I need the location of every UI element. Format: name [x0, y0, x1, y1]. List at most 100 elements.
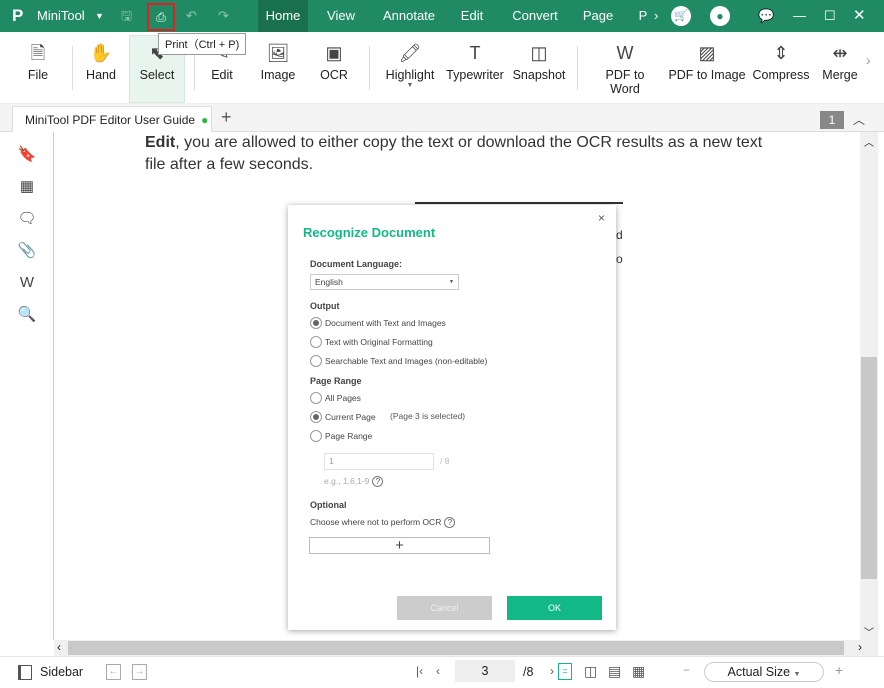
first-page-icon[interactable]: |‹ [416, 664, 423, 678]
forward-icon[interactable]: → [132, 664, 147, 680]
menu-home[interactable]: Home [258, 0, 308, 32]
attachment-icon[interactable]: 📎 [16, 240, 38, 262]
horizontal-scrollbar[interactable]: ‹ › [54, 640, 878, 656]
menu-convert[interactable]: Convert [504, 0, 566, 32]
unsaved-dot-icon: ● [201, 113, 209, 127]
search-icon[interactable]: 🔍 [16, 304, 38, 326]
pdf-to-image-button[interactable]: ▨ PDF to Image [668, 36, 746, 102]
language-select[interactable]: English ▼ [310, 274, 459, 290]
close-icon[interactable]: ✕ [853, 0, 866, 32]
zoom-in-icon[interactable]: + [835, 662, 843, 678]
highlight-dropdown-icon[interactable]: ▼ [382, 82, 438, 89]
word-icon[interactable]: W [16, 272, 38, 294]
menu-page[interactable]: Page [578, 0, 618, 32]
help-icon[interactable]: ? [444, 517, 456, 528]
page-range-total: / 8 [440, 456, 450, 466]
scroll-right-icon[interactable]: › [858, 640, 862, 654]
single-page-view-icon[interactable]: = [558, 663, 572, 680]
collapse-ribbon-icon[interactable]: ︿ [853, 111, 865, 128]
maximize-icon[interactable]: ☐ [824, 0, 836, 32]
scroll-up-icon[interactable]: ︿ [864, 134, 874, 149]
help-icon[interactable]: ? [372, 476, 384, 487]
file-button[interactable]: 🗎 File [18, 36, 58, 102]
user-icon[interactable]: ● [710, 6, 730, 26]
language-value: English [315, 277, 343, 287]
thumbnails-icon[interactable]: ▦ [16, 176, 38, 198]
output-option-searchable[interactable]: Searchable Text and Images (non-editable… [310, 355, 487, 367]
output-option-text-images[interactable]: Document with Text and Images [310, 317, 446, 329]
hand-button[interactable]: ✋ Hand [78, 36, 124, 102]
file-label: File [27, 68, 49, 82]
redo-icon[interactable]: ↷ [218, 0, 229, 32]
image-button[interactable]: 🖼 Image [256, 36, 300, 102]
vertical-scroll-thumb[interactable] [861, 357, 877, 579]
document-tab-title: MiniTool PDF Editor User Guide [25, 113, 196, 127]
merge-button[interactable]: ⇹ Merge [820, 36, 860, 102]
menu-edit[interactable]: Edit [452, 0, 492, 32]
image-label: Image [260, 68, 296, 82]
scroll-down-icon[interactable]: ﹀ [864, 624, 874, 639]
highlight-icon: 🖍 [398, 43, 422, 63]
zoom-out-icon[interactable]: − [683, 663, 690, 677]
dropdown-arrow-icon: ▼ [449, 279, 454, 285]
two-page-view-icon[interactable]: ◫ [584, 663, 597, 680]
snapshot-button[interactable]: ◫ Snapshot [511, 36, 567, 102]
pdf-to-word-button[interactable]: W PDF to Word [590, 36, 660, 102]
document-tab[interactable]: MiniTool PDF Editor User Guide ● [12, 106, 212, 133]
horizontal-scroll-thumb[interactable] [68, 641, 844, 655]
thumbnail-view-icon[interactable]: ▦ [632, 663, 645, 680]
highlight-button[interactable]: 🖍 Highlight ▼ [382, 36, 438, 102]
ocr-button[interactable]: ▣ OCR [314, 36, 354, 102]
menu-protect[interactable]: P [636, 0, 650, 32]
doc-text-line2: file after a few seconds. [145, 156, 314, 173]
document-tabs: MiniTool PDF Editor User Guide ● + 1 ︿ [0, 104, 884, 133]
back-icon[interactable]: ← [106, 664, 121, 680]
range-option-all-pages[interactable]: All Pages [310, 392, 361, 404]
save-icon[interactable]: 🖫 [121, 0, 132, 32]
scroll-view-icon[interactable]: ▤ [608, 663, 621, 680]
left-panel: 🔖 ▦ 🗨 📎 W 🔍 [0, 132, 54, 640]
hand-label: Hand [86, 68, 116, 82]
optional-text: Choose where not to perform OCR? [310, 517, 456, 528]
dialog-close-icon[interactable]: × [598, 211, 605, 225]
typewriter-button[interactable]: T Typewriter [445, 36, 505, 102]
next-page-icon[interactable]: › [550, 664, 554, 678]
snapshot-icon: ◫ [530, 43, 548, 63]
prev-page-icon[interactable]: ‹ [436, 664, 440, 678]
pdf-to-word-label: PDF to Word [605, 68, 645, 96]
menu-view[interactable]: View [318, 0, 364, 32]
ok-button[interactable]: OK [507, 596, 602, 620]
menu-scroll-right-icon[interactable]: › [654, 0, 658, 32]
compress-button[interactable]: ⇕ Compress [751, 36, 811, 102]
new-tab-icon[interactable]: + [221, 107, 232, 128]
cart-icon[interactable]: 🛒 [671, 6, 691, 26]
cancel-button[interactable]: Cancel [397, 596, 492, 620]
pdf-to-image-label: PDF to Image [668, 68, 746, 82]
output-label: Output [310, 301, 340, 311]
app-name[interactable]: MiniTool [37, 0, 85, 32]
add-area-button[interactable]: + [309, 537, 490, 554]
page-range-label: Page Range [310, 376, 362, 386]
zoom-select[interactable]: Actual Size ▼ [704, 662, 824, 682]
comment-icon[interactable]: 🗨 [16, 208, 38, 230]
app-menu-chevron-icon[interactable]: ▼ [95, 0, 104, 32]
feedback-icon[interactable]: 💬 [758, 0, 774, 32]
output-option-original-formatting[interactable]: Text with Original Formatting [310, 336, 433, 348]
sidebar-icon[interactable] [18, 665, 32, 680]
print-button[interactable]: ⎙ [147, 3, 175, 31]
range-option-page-range[interactable]: Page Range [310, 430, 372, 442]
vertical-scrollbar[interactable]: ︿ ﹀ [860, 132, 878, 640]
bookmark-icon[interactable]: 🔖 [16, 144, 38, 166]
image-icon: 🖼 [266, 43, 290, 63]
menu-annotate[interactable]: Annotate [376, 0, 442, 32]
ribbon-toolbar: 🗎File ✋Hand ⬉Select Print（Ctrl + P) ✎Edi… [0, 32, 884, 104]
current-page-note: (Page 3 is selected) [390, 411, 466, 421]
range-option-current-page[interactable]: Current Page [310, 411, 376, 423]
page-range-input[interactable]: 1 [324, 453, 434, 470]
toolbar-scroll-right-icon[interactable]: › [866, 52, 871, 68]
undo-icon[interactable]: ↶ [186, 0, 197, 32]
sidebar-toggle[interactable]: Sidebar [40, 665, 83, 679]
page-number-input[interactable]: 3 [455, 660, 515, 682]
scroll-left-icon[interactable]: ‹ [57, 640, 61, 654]
minimize-icon[interactable]: — [793, 0, 806, 32]
